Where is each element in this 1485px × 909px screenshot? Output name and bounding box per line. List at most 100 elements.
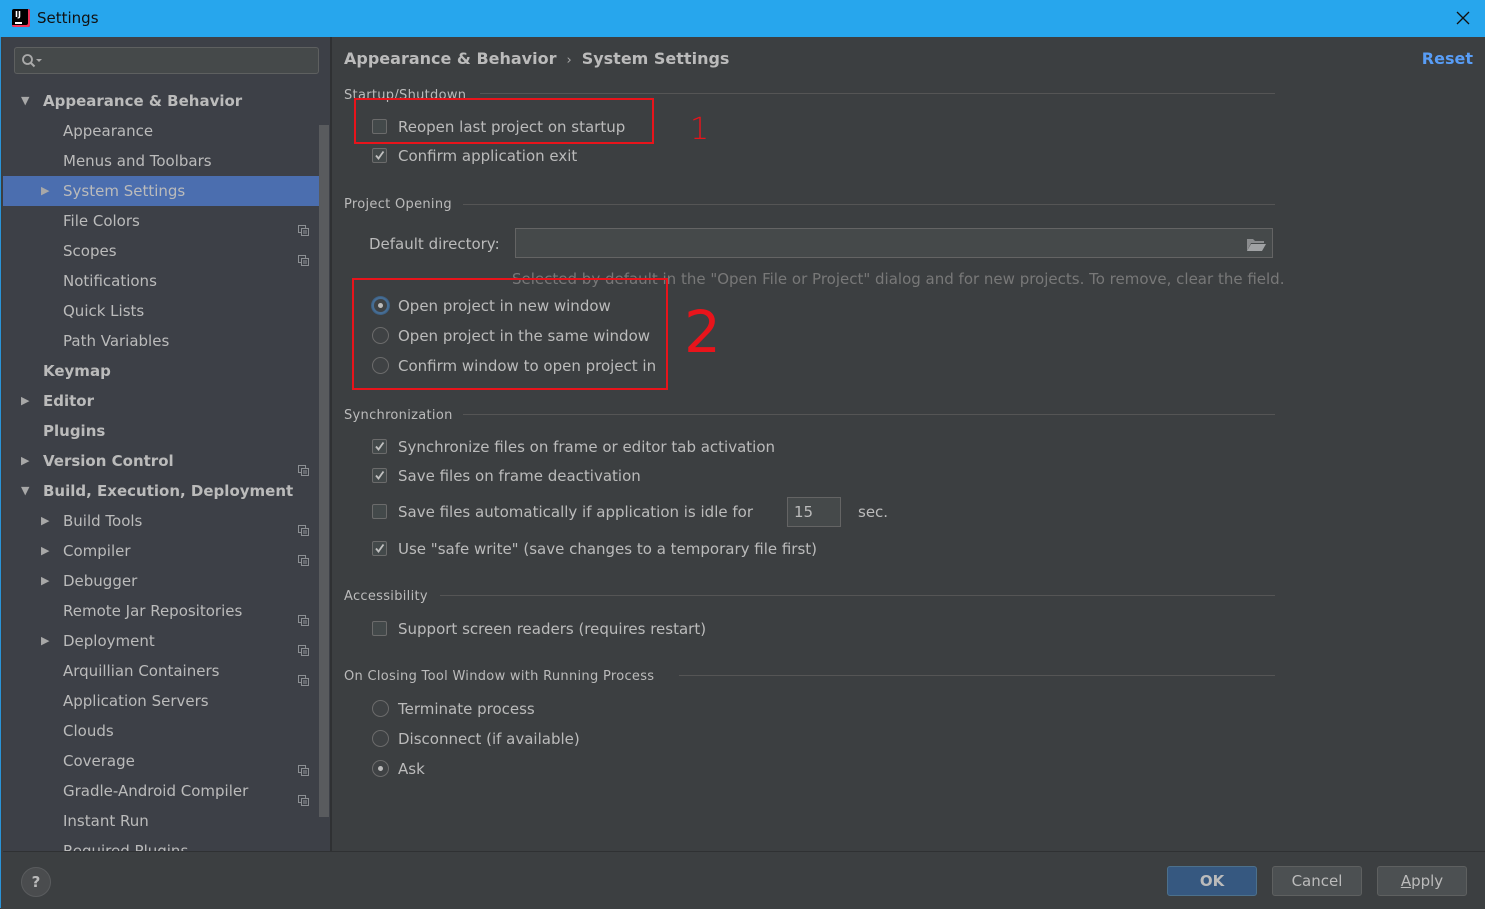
sidebar-item-version-control[interactable]: ▶ Version Control (3, 446, 319, 476)
sidebar-item-debugger[interactable]: ▶ Debugger (3, 566, 319, 596)
checkbox[interactable] (372, 504, 387, 519)
breadcrumb: Appearance & Behavior › System Settings (344, 49, 729, 68)
sidebar-item-appearance-behavior[interactable]: ▼ Appearance & Behavior (3, 86, 319, 116)
sidebar-item-label: System Settings (63, 182, 186, 200)
search-input[interactable] (14, 47, 319, 74)
sidebar-item-appearance[interactable]: Appearance (3, 116, 319, 146)
checkbox-label: Synchronize files on frame or editor tab… (398, 438, 776, 456)
sidebar-scrollbar[interactable] (319, 125, 329, 817)
radio-button[interactable] (372, 297, 389, 314)
radio-button[interactable] (372, 700, 389, 717)
sidebar-item-file-colors[interactable]: File Colors (3, 206, 319, 236)
sidebar-item-label: Arquillian Containers (63, 662, 220, 680)
section-title-synchronization: Synchronization (344, 408, 453, 423)
sidebar-item-gradle-android-compiler[interactable]: Gradle-Android Compiler (3, 776, 319, 806)
checkbox[interactable] (372, 541, 387, 556)
sidebar-item-label: Build, Execution, Deployment (43, 482, 294, 500)
sidebar-item-label: Deployment (63, 632, 155, 650)
checkbox[interactable] (372, 439, 387, 454)
sidebar-item-arquillian-containers[interactable]: Arquillian Containers (3, 656, 319, 686)
dialog-footer: ? OK Cancel Apply (3, 851, 1485, 909)
idle-seconds-input[interactable]: 15 (787, 497, 841, 527)
section-title-project-opening: Project Opening (344, 197, 452, 212)
apply-label: pply (1411, 872, 1444, 890)
section-divider (463, 414, 1275, 415)
sidebar-item-label: File Colors (63, 212, 140, 230)
sidebar-item-label: Version Control (43, 452, 174, 470)
sidebar-item-coverage[interactable]: Coverage (3, 746, 319, 776)
radio-button[interactable] (372, 327, 389, 344)
sidebar-item-required-plugins[interactable]: Required Plugins (3, 836, 319, 851)
sidebar-item-label: Scopes (63, 242, 117, 260)
sidebar-item-build-tools[interactable]: ▶ Build Tools (3, 506, 319, 536)
sidebar-item-application-servers[interactable]: Application Servers (3, 686, 319, 716)
sidebar-item-quick-lists[interactable]: Quick Lists (3, 296, 319, 326)
folder-open-icon[interactable] (1246, 236, 1266, 252)
checkbox[interactable] (372, 621, 387, 636)
radio-button[interactable] (372, 357, 389, 374)
apply-button[interactable]: Apply (1377, 866, 1467, 896)
chevron-down-icon[interactable]: ▼ (21, 476, 29, 506)
cancel-button[interactable]: Cancel (1272, 866, 1362, 896)
sidebar-item-plugins[interactable]: Plugins (3, 416, 319, 446)
sidebar-item-label: Application Servers (63, 692, 209, 710)
reset-link[interactable]: Reset (1422, 49, 1473, 68)
section-title-startup: Startup/Shutdown (344, 88, 467, 103)
sidebar-item-scopes[interactable]: Scopes (3, 236, 319, 266)
chevron-right-icon[interactable]: ▶ (41, 626, 49, 656)
checkbox-label: Save files automatically if application … (398, 503, 753, 521)
close-icon[interactable] (1455, 10, 1471, 26)
sidebar-item-clouds[interactable]: Clouds (3, 716, 319, 746)
checkbox[interactable] (372, 119, 387, 134)
chevron-right-icon[interactable]: ▶ (21, 386, 29, 416)
sidebar-item-system-settings[interactable]: ▶ System Settings (3, 176, 319, 206)
sidebar-item-label: Plugins (43, 422, 106, 440)
sidebar-item-label: Quick Lists (63, 302, 145, 320)
breadcrumb-separator: › (566, 53, 572, 68)
default-directory-field[interactable] (515, 228, 1273, 258)
sidebar-item-deployment[interactable]: ▶ Deployment (3, 626, 319, 656)
radio-label: Terminate process (398, 700, 535, 718)
sidebar-item-compiler[interactable]: ▶ Compiler (3, 536, 319, 566)
checkbox-label: Use "safe write" (save changes to a temp… (398, 540, 818, 558)
sidebar-item-label: Build Tools (63, 512, 143, 530)
radio-label: Disconnect (if available) (398, 730, 580, 748)
section-title-accessibility: Accessibility (344, 589, 428, 604)
radio-label: Open project in new window (398, 297, 611, 315)
chevron-right-icon[interactable]: ▶ (41, 506, 49, 536)
checkbox-label: Confirm application exit (398, 147, 578, 165)
chevron-right-icon[interactable]: ▶ (41, 176, 49, 206)
sidebar-item-instant-run[interactable]: Instant Run (3, 806, 319, 836)
checkbox[interactable] (372, 468, 387, 483)
help-button[interactable]: ? (21, 867, 51, 897)
sidebar-item-label: Path Variables (63, 332, 170, 350)
radio-label: Open project in the same window (398, 327, 651, 345)
seconds-unit-label: sec. (858, 503, 889, 521)
checkbox[interactable] (372, 148, 387, 163)
section-divider (463, 204, 1275, 205)
radio-label: Ask (398, 760, 425, 778)
ok-button[interactable]: OK (1167, 866, 1257, 896)
chevron-right-icon[interactable]: ▶ (41, 566, 49, 596)
default-directory-hint: Selected by default in the "Open File or… (512, 270, 1285, 288)
sidebar-item-label: Clouds (63, 722, 114, 740)
checkbox-label: Save files on frame deactivation (398, 467, 641, 485)
sidebar-item-build-execution-deployment[interactable]: ▼ Build, Execution, Deployment (3, 476, 319, 506)
breadcrumb-item-appearance-behavior[interactable]: Appearance & Behavior (344, 49, 556, 68)
search-icon (22, 54, 42, 68)
sidebar-item-notifications[interactable]: Notifications (3, 266, 319, 296)
project-level-icon (298, 246, 309, 266)
chevron-right-icon[interactable]: ▶ (41, 536, 49, 566)
checkbox-label: Reopen last project on startup (398, 118, 626, 136)
radio-button[interactable] (372, 760, 389, 777)
radio-button[interactable] (372, 730, 389, 747)
intellij-icon: IJ (12, 9, 30, 27)
sidebar-item-keymap[interactable]: Keymap (3, 356, 319, 386)
chevron-down-icon[interactable]: ▼ (21, 86, 29, 116)
sidebar-item-remote-jar-repositories[interactable]: Remote Jar Repositories (3, 596, 319, 626)
sidebar-item-menus-and-toolbars[interactable]: Menus and Toolbars (3, 146, 319, 176)
project-level-icon (298, 516, 309, 536)
sidebar-item-path-variables[interactable]: Path Variables (3, 326, 319, 356)
chevron-right-icon[interactable]: ▶ (21, 446, 29, 476)
sidebar-item-editor[interactable]: ▶ Editor (3, 386, 319, 416)
